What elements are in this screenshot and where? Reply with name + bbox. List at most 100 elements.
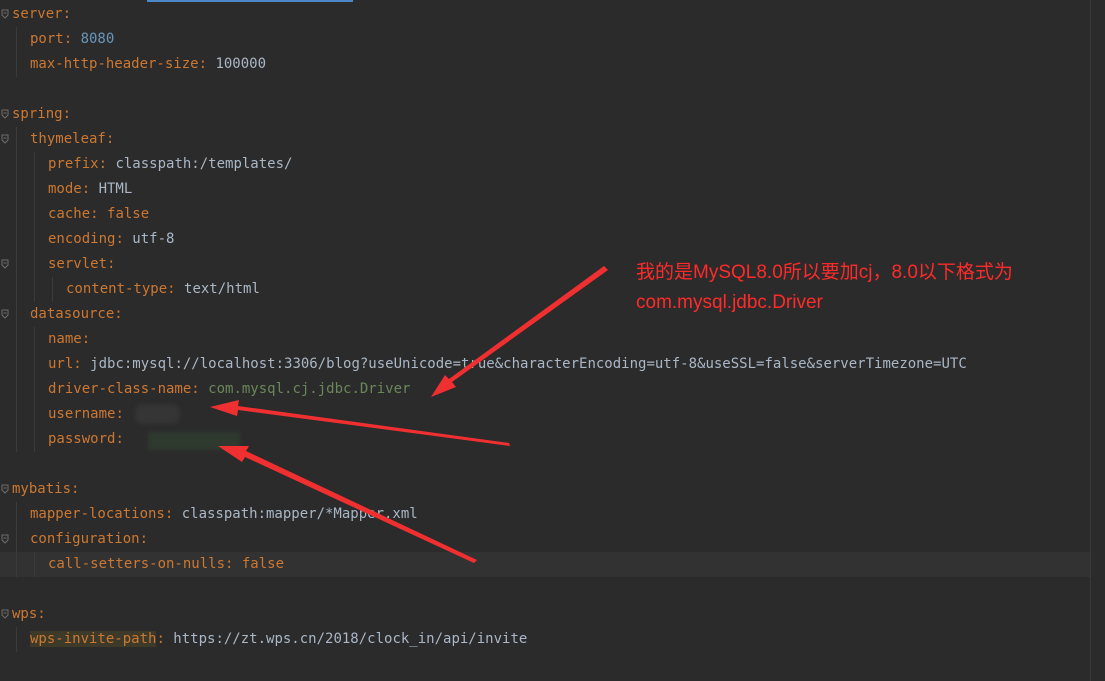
fold-toggle-icon[interactable] [1, 483, 9, 495]
code-line[interactable]: username: [48, 402, 124, 427]
code-line[interactable]: datasource: [30, 302, 123, 327]
yaml-key: thymeleaf [30, 131, 106, 147]
yaml-value: false [241, 556, 285, 572]
code-line[interactable]: max-http-header-size: 100000 [30, 52, 266, 77]
fold-toggle-icon[interactable] [1, 308, 9, 320]
yaml-value: https://zt.wps.cn/2018/clock_in/api/invi… [173, 631, 528, 647]
yaml-separator: : [164, 506, 182, 522]
yaml-separator: : [225, 556, 242, 572]
yaml-key: server [12, 6, 63, 22]
code-line[interactable]: prefix: classpath:/templates/ [48, 152, 292, 177]
code-line[interactable]: cache: false [48, 202, 149, 227]
yaml-key: call-setters-on-nulls [48, 556, 226, 572]
yaml-key: url [48, 356, 74, 372]
yaml-key: spring [12, 106, 63, 122]
code-line[interactable]: wps-invite-path: https://zt.wps.cn/2018/… [30, 627, 527, 652]
yaml-separator: : [139, 531, 149, 547]
code-line[interactable]: wps: [12, 602, 46, 627]
yaml-key: driver-class-name [48, 381, 192, 397]
yaml-key: wps-invite-path [30, 631, 157, 647]
yaml-separator: : [62, 106, 72, 122]
yaml-separator: : [156, 631, 174, 647]
code-line[interactable]: content-type: text/html [66, 277, 260, 302]
arrow-to-username [210, 400, 510, 446]
code-line[interactable]: port: 8080 [30, 27, 114, 52]
yaml-key: port [30, 31, 64, 47]
yaml-separator: : [198, 56, 216, 72]
code-line[interactable]: thymeleaf: [30, 127, 114, 152]
fold-toggle-icon[interactable] [1, 133, 9, 145]
fold-toggle-icon[interactable] [1, 8, 9, 20]
arrow-to-driver-value [431, 266, 608, 397]
indent-guide [34, 552, 35, 577]
yaml-separator: : [81, 181, 99, 197]
code-line[interactable]: mybatis: [12, 477, 79, 502]
code-line[interactable]: configuration: [30, 527, 148, 552]
code-line[interactable]: encoding: utf-8 [48, 227, 174, 252]
code-line[interactable]: url: jdbc:mysql://localhost:3306/blog?us… [48, 352, 967, 377]
indent-guide [16, 27, 17, 77]
yaml-key: mapper-locations [30, 506, 165, 522]
fold-toggle-icon[interactable] [1, 533, 9, 545]
code-line[interactable]: server: [12, 2, 71, 27]
code-line[interactable]: mapper-locations: classpath:mapper/*Mapp… [30, 502, 418, 527]
code-editor[interactable]: server: port: 8080 max-http-header-size: 1… [0, 0, 1105, 681]
yaml-separator: : [71, 481, 80, 497]
redacted-password [148, 432, 240, 450]
yaml-value: jdbc:mysql://localhost:3306/blog?useUnic… [90, 356, 967, 372]
indent-guide [16, 502, 17, 577]
yaml-key: content-type [66, 281, 168, 297]
yaml-value: classpath:mapper/*Mapper.xml [181, 506, 418, 522]
annotation-line-1: 我的是MySQL8.0所以要加cj，8.0以下格式为 [636, 262, 1013, 283]
yaml-key: username [48, 406, 116, 422]
active-tab-indicator [147, 0, 353, 2]
yaml-value: false [107, 206, 150, 222]
yaml-value: classpath:/templates/ [115, 156, 293, 172]
right-margin-guide [1090, 0, 1091, 681]
code-line[interactable]: spring: [12, 102, 71, 127]
yaml-separator: : [167, 281, 185, 297]
yaml-separator: : [105, 131, 115, 147]
yaml-value: com.mysql.cj.jdbc.Driver [208, 381, 411, 397]
yaml-value: text/html [184, 281, 260, 297]
fold-toggle-icon[interactable] [1, 108, 9, 120]
yaml-separator: : [114, 306, 123, 322]
yaml-key: prefix [48, 156, 99, 172]
yaml-key: wps [12, 606, 38, 622]
yaml-separator: : [115, 231, 133, 247]
yaml-value: 100000 [215, 56, 267, 72]
yaml-value: 8080 [80, 31, 115, 47]
yaml-separator: : [107, 256, 116, 272]
code-line[interactable]: call-setters-on-nulls: false [48, 552, 284, 577]
yaml-key: cache [48, 206, 91, 222]
fold-toggle-icon[interactable] [1, 258, 9, 270]
annotation-note: 我的是MySQL8.0所以要加cj，8.0以下格式为 com.mysql.jdb… [636, 258, 1013, 318]
code-line[interactable]: driver-class-name: com.mysql.cj.jdbc.Dri… [48, 377, 410, 402]
code-line[interactable]: password: [48, 427, 124, 452]
yaml-separator: : [73, 356, 91, 372]
yaml-key: name [48, 331, 82, 347]
yaml-separator: : [90, 206, 108, 222]
code-line[interactable]: servlet: [48, 252, 115, 277]
yaml-key: mode [48, 181, 82, 197]
yaml-key: encoding [48, 231, 116, 247]
yaml-key: configuration [30, 531, 140, 547]
yaml-key: datasource [30, 306, 115, 322]
yaml-key: password [48, 431, 116, 447]
yaml-key: servlet [48, 256, 108, 272]
yaml-separator: : [37, 606, 46, 622]
fold-toggle-icon[interactable] [1, 608, 9, 620]
yaml-separator: : [98, 156, 116, 172]
annotation-arrows [210, 266, 608, 563]
code-line[interactable]: mode: HTML [48, 177, 132, 202]
yaml-key: mybatis [12, 481, 72, 497]
annotation-line-2: com.mysql.jdbc.Driver [636, 292, 823, 313]
yaml-separator: : [115, 431, 124, 447]
yaml-key: max-http-header-size [30, 56, 199, 72]
yaml-separator: : [63, 31, 81, 47]
code-line[interactable]: name: [48, 327, 90, 352]
indent-guide [52, 277, 53, 302]
yaml-separator: : [191, 381, 209, 397]
indent-guide [34, 152, 35, 302]
indent-guide [16, 627, 17, 652]
